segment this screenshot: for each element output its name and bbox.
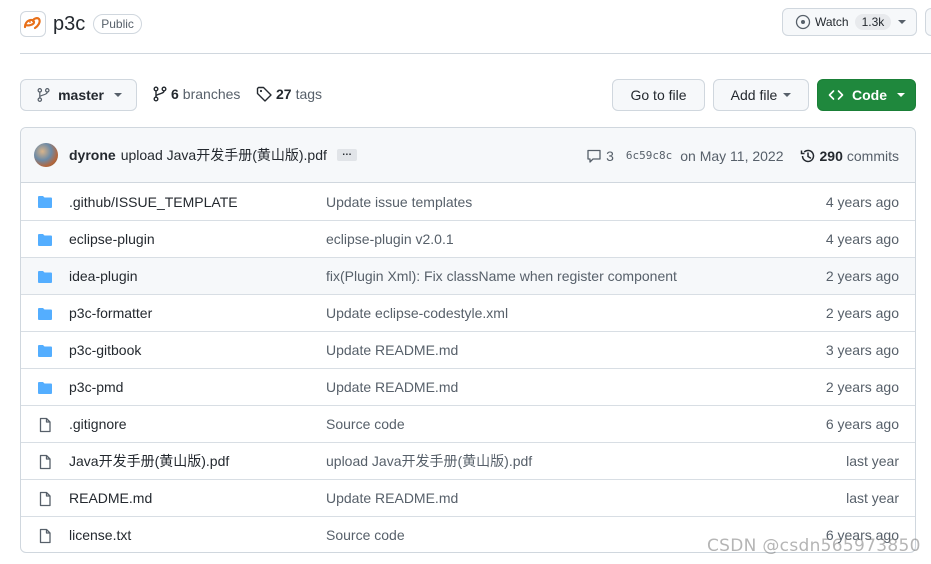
file-icon [37, 491, 53, 507]
go-to-file-label: Go to file [630, 87, 687, 103]
tags-label: tags [295, 86, 323, 102]
file-commit-message-link[interactable]: fix(Plugin Xml): Fix className when regi… [326, 268, 677, 284]
file-age: 2 years ago [825, 305, 899, 321]
file-row[interactable]: idea-plugin fix(Plugin Xml): Fix classNam… [21, 257, 915, 294]
file-browser: dyrone upload Java开发手册(黄山版).pdf … 3 6c59… [20, 127, 916, 553]
folder-icon [37, 343, 53, 359]
branches-count: 6 [171, 86, 179, 102]
file-commit-message-link[interactable]: Update README.md [326, 342, 458, 358]
chevron-down-icon [114, 93, 122, 97]
branches-label: branches [182, 86, 241, 102]
file-commit-message-link[interactable]: Update eclipse-codestyle.xml [326, 305, 508, 321]
commit-message[interactable]: upload Java开发手册(黄山版).pdf [121, 145, 327, 165]
branches-link[interactable]: 6 branches [153, 86, 240, 102]
file-commit-message-link[interactable]: Source code [326, 416, 405, 432]
commits-history-link[interactable]: 290 commits [800, 148, 899, 164]
file-row[interactable]: p3c-pmd Update README.md 2 years ago [21, 368, 915, 405]
branch-name: master [58, 87, 104, 103]
comments-link[interactable]: 3 [586, 148, 614, 164]
commits-count: 290 [819, 147, 843, 164]
commit-date: on May 11, 2022 [680, 147, 784, 164]
file-name-link[interactable]: p3c-gitbook [69, 342, 141, 358]
add-file-label: Add file [730, 87, 778, 103]
file-icon [37, 417, 53, 433]
branch-icon [153, 86, 167, 102]
chevron-down-icon [783, 93, 792, 97]
commit-author[interactable]: dyrone [69, 147, 116, 163]
file-age: 2 years ago [825, 379, 899, 395]
file-row[interactable]: README.md Update README.md last year [21, 479, 915, 516]
visibility-badge: Public [93, 14, 142, 34]
alibaba-logo-icon[interactable] [20, 11, 46, 37]
avatar[interactable] [34, 143, 58, 167]
file-row[interactable]: .gitignore Source code 6 years ago [21, 405, 915, 442]
file-age: 2 years ago [825, 268, 899, 284]
file-commit-message-link[interactable]: Update README.md [326, 379, 458, 395]
file-age: last year [846, 453, 899, 469]
file-row[interactable]: p3c-gitbook Update README.md 3 years ago [21, 331, 915, 368]
tags-link[interactable]: 27 tags [256, 86, 322, 102]
file-name-link[interactable]: idea-plugin [69, 268, 138, 284]
file-commit-message-link[interactable]: Update README.md [326, 490, 458, 506]
file-commit-message-link[interactable]: upload Java开发手册(黄山版).pdf [326, 451, 532, 471]
file-row[interactable]: Java开发手册(黄山版).pdf upload Java开发手册(黄山版).pd… [21, 442, 915, 479]
file-name-link[interactable]: p3c-pmd [69, 379, 123, 395]
file-name-link[interactable]: Java开发手册(黄山版).pdf [69, 451, 229, 471]
file-age: 6 years ago [825, 416, 899, 432]
repo-header: p3c Public [20, 10, 142, 38]
latest-commit-bar: dyrone upload Java开发手册(黄山版).pdf … 3 6c59… [21, 128, 915, 183]
chevron-down-icon [897, 93, 905, 97]
file-icon [37, 528, 53, 544]
watch-label: Watch [815, 15, 849, 29]
file-row[interactable]: .github/ISSUE_TEMPLATE Update issue templ… [21, 183, 915, 220]
expand-commit-button[interactable]: … [336, 148, 357, 161]
file-name-link[interactable]: p3c-formatter [69, 305, 152, 321]
file-name-link[interactable]: .github/ISSUE_TEMPLATE [69, 194, 238, 210]
fork-button[interactable] [925, 8, 931, 36]
folder-icon [37, 306, 53, 322]
folder-icon [37, 380, 53, 396]
add-file-button[interactable]: Add file [713, 79, 809, 111]
repo-name[interactable]: p3c [53, 13, 85, 36]
branch-icon [37, 88, 50, 102]
commits-label: commits [846, 147, 899, 164]
file-age: last year [846, 490, 899, 506]
watermark: CSDN @csdn565973850 [707, 536, 921, 556]
file-name-link[interactable]: README.md [69, 490, 152, 506]
chevron-down-icon [898, 20, 906, 24]
code-label: Code [852, 87, 887, 103]
watch-count: 1.3k [854, 14, 892, 30]
folder-icon [37, 194, 53, 210]
folder-icon [37, 232, 53, 248]
folder-icon [37, 269, 53, 285]
file-name-link[interactable]: eclipse-plugin [69, 231, 155, 247]
file-row[interactable]: eclipse-plugin eclipse-plugin v2.0.1 4 yea… [21, 220, 915, 257]
tags-count: 27 [276, 86, 292, 102]
file-age: 4 years ago [825, 193, 899, 210]
eye-icon [795, 14, 811, 30]
go-to-file-button[interactable]: Go to file [612, 79, 705, 111]
code-icon [828, 90, 844, 100]
commit-details: 3 6c59c8c on May 11, 2022 290 commits [586, 128, 899, 183]
file-icon [37, 454, 53, 470]
header-divider [20, 53, 931, 54]
comment-icon [587, 149, 601, 163]
file-name-link[interactable]: .gitignore [69, 416, 127, 432]
file-commit-message-link[interactable]: Update issue templates [326, 194, 472, 210]
watch-button[interactable]: Watch 1.3k [782, 8, 917, 36]
file-commit-message-link[interactable]: Source code [326, 527, 405, 543]
history-icon [800, 149, 814, 162]
branch-select-button[interactable]: master [20, 79, 137, 111]
file-row[interactable]: p3c-formatter Update eclipse-codestyle.xm… [21, 294, 915, 331]
file-list: .github/ISSUE_TEMPLATE Update issue templ… [21, 183, 915, 552]
commit-sha[interactable]: 6c59c8c [626, 149, 672, 162]
file-age: 3 years ago [825, 342, 899, 358]
file-commit-message-link[interactable]: eclipse-plugin v2.0.1 [326, 231, 454, 247]
code-button[interactable]: Code [817, 79, 916, 111]
file-age: 4 years ago [825, 231, 899, 247]
comments-count: 3 [606, 147, 614, 164]
tag-icon [256, 86, 272, 102]
file-name-link[interactable]: license.txt [69, 527, 131, 543]
